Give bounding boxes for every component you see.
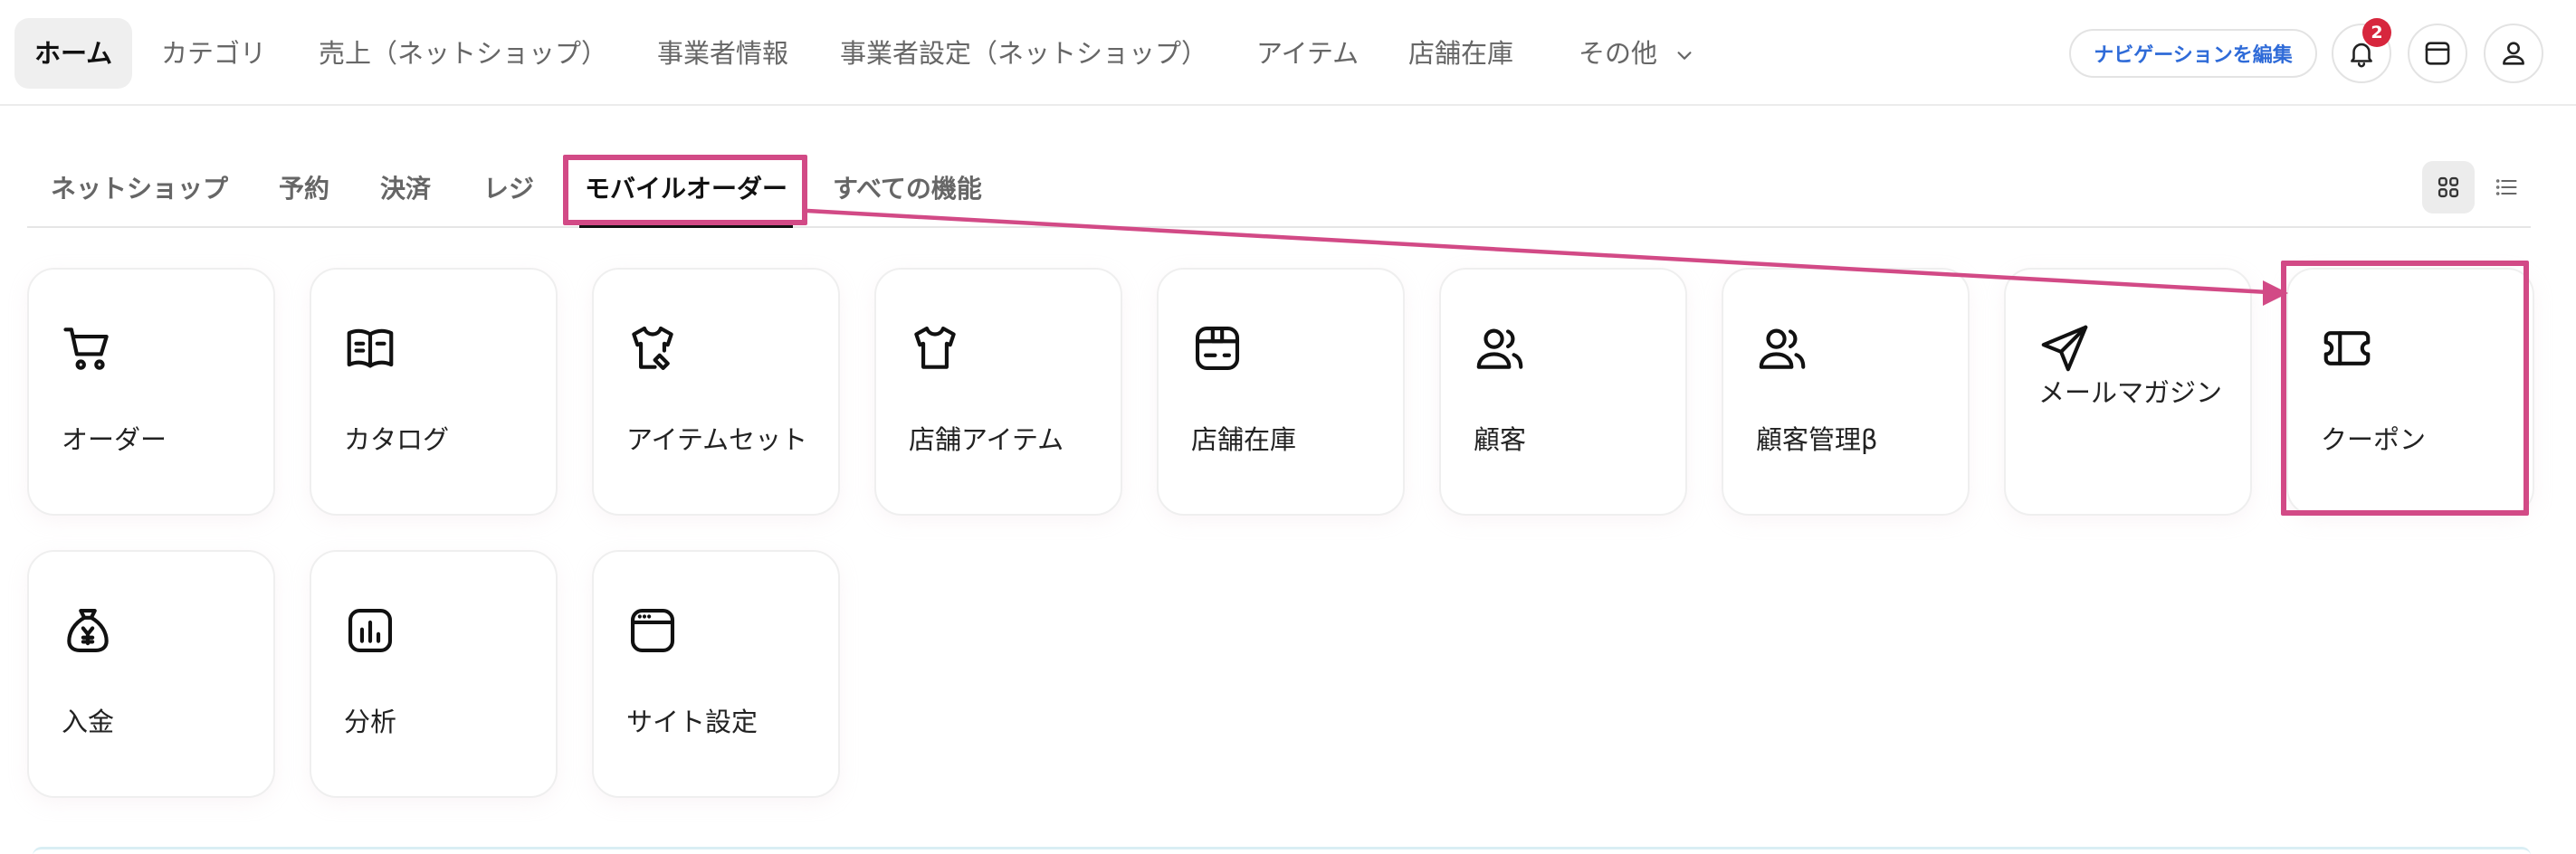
annotation-arrow (806, 208, 2288, 306)
content-divider (33, 847, 2531, 854)
